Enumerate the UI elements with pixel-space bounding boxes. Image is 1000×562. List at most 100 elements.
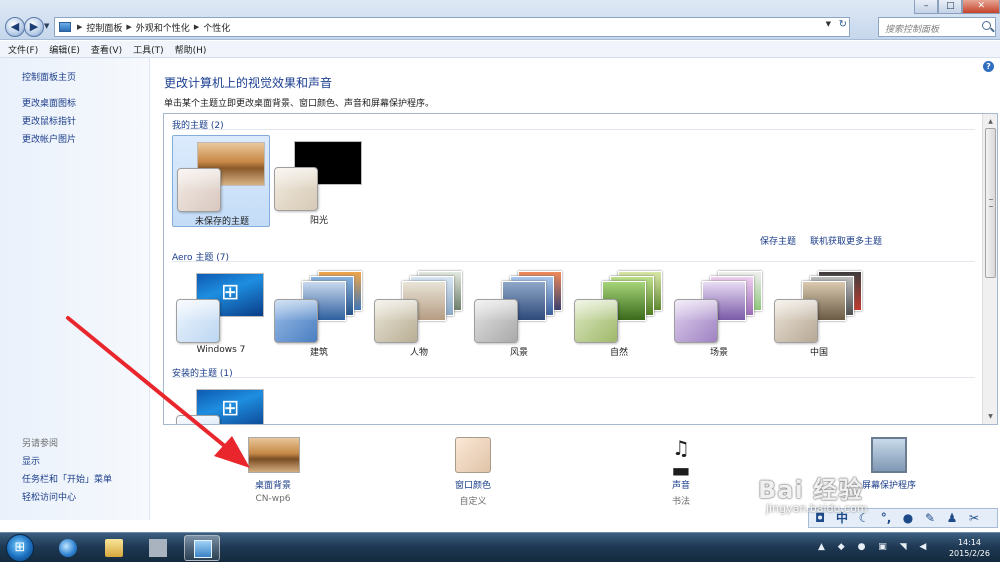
- tray-icons[interactable]: ▲ ◆ ● ▣ ◥ ◀: [818, 542, 931, 552]
- control-panel-icon: [59, 22, 71, 32]
- internet-explorer-icon: [59, 539, 77, 557]
- address-bar: – □ ✕ ◀ ▶ ▼ ▶ 控制面板 ▶ 外观和个性化 ▶ 个性化 ▼ ↻ 搜索…: [0, 0, 1000, 40]
- theme-color-swatch: [274, 299, 318, 343]
- display-link[interactable]: 显示: [22, 454, 40, 467]
- search-icon[interactable]: [982, 21, 991, 30]
- theme-unsaved[interactable]: 未保存的主题: [172, 135, 270, 227]
- save-theme-link[interactable]: 保存主题: [760, 234, 796, 247]
- breadcrumb[interactable]: ▶ 控制面板 ▶ 外观和个性化 ▶ 个性化 ▼ ↻: [54, 17, 850, 37]
- theme-name: 风景: [509, 348, 528, 358]
- taskbar: ⊞ ▲ ◆ ● ▣ ◥ ◀ 14:14 2015/2/26: [0, 532, 1000, 562]
- theme-installed[interactable]: [172, 383, 270, 424]
- help-icon[interactable]: ?: [983, 61, 994, 72]
- chevron-right-icon[interactable]: ▶: [126, 23, 131, 31]
- menu-help[interactable]: 帮助(H): [175, 43, 207, 56]
- clock[interactable]: 14:14 2015/2/26: [949, 537, 990, 559]
- main-content: ? 更改计算机上的视觉效果和声音 单击某个主题立即更改桌面背景、窗口颜色、声音和…: [150, 58, 1000, 520]
- forward-button[interactable]: ▶: [24, 17, 44, 37]
- theme-name: 阳光: [309, 216, 328, 226]
- theme-windows7[interactable]: Windows 7: [172, 267, 270, 359]
- search-placeholder: 搜索控制面板: [885, 25, 940, 35]
- left-task-pane: 控制面板主页 更改桌面图标 更改鼠标指针 更改帐户图片 另请参阅 显示 任务栏和…: [0, 58, 150, 520]
- theme-color-swatch: [177, 168, 221, 212]
- minimize-button[interactable]: –: [914, 0, 939, 14]
- scroll-down-icon[interactable]: ▼: [985, 411, 996, 422]
- theme-color-swatch: [774, 299, 818, 343]
- page-subtitle: 单击某个主题立即更改桌面背景、窗口颜色、声音和屏幕保护程序。: [164, 99, 435, 109]
- desktop-background-setting[interactable]: 桌面背景 CN-wp6: [218, 434, 328, 514]
- vertical-scrollbar[interactable]: ▲ ▼: [982, 114, 997, 424]
- chevron-right-icon[interactable]: ▶: [77, 23, 82, 31]
- back-arrow-icon: ◀: [10, 20, 20, 33]
- change-desktop-icons-link[interactable]: 更改桌面图标: [22, 96, 76, 109]
- clock-date: 2015/2/26: [948, 549, 990, 558]
- get-more-themes-online-link[interactable]: 联机获取更多主题: [810, 234, 882, 247]
- taskbar-app[interactable]: [140, 535, 176, 561]
- menu-bar: 文件(F) 编辑(E) 查看(V) 工具(T) 帮助(H): [0, 41, 1000, 58]
- watermark-logo: Bai 经验: [758, 476, 864, 504]
- forward-arrow-icon: ▶: [29, 20, 39, 33]
- system-tray: ▲ ◆ ● ▣ ◥ ◀ 14:14 2015/2/26: [810, 533, 1000, 562]
- taskbar-ie[interactable]: [50, 535, 86, 561]
- theme-color-swatch: [176, 415, 220, 424]
- menu-edit[interactable]: 编辑(E): [49, 43, 80, 56]
- theme-name: 场景: [709, 348, 728, 358]
- search-input[interactable]: 搜索控制面板: [878, 17, 996, 37]
- theme-color-swatch: [674, 299, 718, 343]
- setting-label[interactable]: 窗口颜色: [418, 478, 528, 491]
- theme-name: 人物: [409, 348, 428, 358]
- theme-name: 中国: [809, 348, 828, 358]
- theme-color-swatch: [474, 299, 518, 343]
- window-color-setting[interactable]: 窗口颜色 自定义: [418, 434, 528, 514]
- theme-name: Windows 7: [196, 345, 246, 355]
- setting-value: CN-wp6: [255, 494, 291, 504]
- close-button[interactable]: ✕: [962, 0, 1000, 14]
- setting-value: 自定义: [459, 497, 487, 507]
- setting-label[interactable]: 桌面背景: [218, 478, 328, 491]
- sound-setting[interactable]: ♫ ▬ 声音 书法: [626, 434, 736, 514]
- app-icon: [149, 539, 167, 557]
- menu-tools[interactable]: 工具(T): [133, 43, 164, 56]
- taskbar-control-panel[interactable]: [184, 535, 220, 561]
- change-mouse-pointer-link[interactable]: 更改鼠标指针: [22, 114, 76, 127]
- change-account-picture-link[interactable]: 更改帐户图片: [22, 132, 76, 145]
- start-button[interactable]: ⊞: [6, 534, 34, 562]
- see-also-heading: 另请参阅: [22, 439, 59, 449]
- theme-name: 自然: [609, 348, 628, 358]
- window-controls: – □ ✕: [914, 0, 1000, 14]
- ease-of-access-link[interactable]: 轻松访问中心: [22, 490, 76, 503]
- refresh-icon[interactable]: ↻: [839, 19, 847, 30]
- watermark-url: jingyan.baidu.com: [766, 502, 868, 515]
- breadcrumb-item[interactable]: 外观和个性化: [136, 21, 190, 34]
- menu-file[interactable]: 文件(F): [8, 43, 38, 56]
- screensaver-icon: [871, 437, 907, 473]
- breadcrumb-item[interactable]: 个性化: [203, 21, 230, 34]
- theme-sunshine[interactable]: 阳光: [270, 135, 368, 227]
- theme-list[interactable]: ▲ ▼ 我的主题 (2) 未保存的主题 阳光 保存主题 联机获取更多主题 Aer…: [163, 113, 998, 425]
- chevron-down-icon[interactable]: ▼: [826, 20, 831, 28]
- theme-nature[interactable]: 自然: [570, 267, 668, 359]
- menu-view[interactable]: 查看(V): [91, 43, 122, 56]
- sound-icon: ♫ ▬: [671, 436, 691, 482]
- theme-china[interactable]: 中国: [770, 267, 868, 359]
- setting-label[interactable]: 声音: [626, 478, 736, 491]
- windows-logo-icon: ⊞: [14, 540, 26, 555]
- history-dropdown-icon[interactable]: ▼: [44, 22, 49, 30]
- chevron-right-icon[interactable]: ▶: [194, 23, 199, 31]
- back-button[interactable]: ◀: [5, 17, 25, 37]
- window-color-icon: [455, 437, 491, 473]
- breadcrumb-item[interactable]: 控制面板: [86, 21, 122, 34]
- watermark: Bai 经验 jingyan.baidu.com: [752, 470, 997, 520]
- control-panel-home-link[interactable]: 控制面板主页: [22, 70, 76, 83]
- taskbar-explorer[interactable]: [96, 535, 132, 561]
- theme-scenes[interactable]: 场景: [670, 267, 768, 359]
- theme-name: 建筑: [309, 348, 328, 358]
- theme-architecture[interactable]: 建筑: [270, 267, 368, 359]
- taskbar-start-menu-link[interactable]: 任务栏和「开始」菜单: [22, 472, 112, 485]
- scroll-up-icon[interactable]: ▲: [985, 116, 996, 127]
- theme-people[interactable]: 人物: [370, 267, 468, 359]
- theme-color-swatch: [374, 299, 418, 343]
- scrollbar-thumb[interactable]: [985, 128, 996, 278]
- maximize-button[interactable]: □: [938, 0, 963, 14]
- theme-landscape[interactable]: 风景: [470, 267, 568, 359]
